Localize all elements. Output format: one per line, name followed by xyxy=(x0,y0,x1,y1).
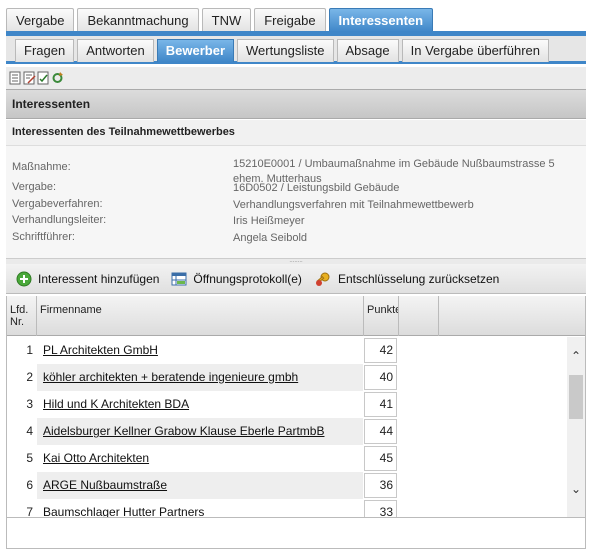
col-header-punkte[interactable]: Punkte xyxy=(364,296,399,336)
row-nr: 6 xyxy=(26,478,33,492)
oeffnungsprotokoll-label: Öffnungsprotokoll(e) xyxy=(193,271,302,286)
punkte-field[interactable]: 40 xyxy=(364,365,397,390)
table-header: Lfd. Nr. Firmenname Punkte xyxy=(7,296,585,336)
add-interessent-label: Interessent hinzufügen xyxy=(38,271,160,286)
firmenname-link[interactable]: ARGE Nußbaumstraße xyxy=(43,478,167,492)
firmenname-link[interactable]: Baumschlager Hutter Partners xyxy=(43,505,204,517)
section-title: Interessenten des Teilnahmewettbewerbes xyxy=(6,120,586,146)
subtab-fragen[interactable]: Fragen xyxy=(15,39,75,62)
punkte-field[interactable]: 44 xyxy=(364,419,397,444)
col-header-empty xyxy=(399,296,439,336)
firmenname-link[interactable]: Aidelsburger Kellner Grabow Klause Eberl… xyxy=(43,424,324,438)
tab-bekanntmachung[interactable]: Bekanntmachung xyxy=(77,8,199,32)
subtab-antworten[interactable]: Antworten xyxy=(77,39,154,62)
scroll-up-icon[interactable]: ⌃ xyxy=(569,349,583,363)
tab-tnw[interactable]: TNW xyxy=(201,8,252,32)
row-nr: 7 xyxy=(26,505,33,517)
subtab-bewerber[interactable]: Bewerber xyxy=(156,39,234,62)
info-panel: Maßnahme: 15210E0001 / Umbaumaßnahme im … xyxy=(6,146,586,258)
col-header-nr[interactable]: Lfd. Nr. xyxy=(7,296,37,336)
sub-tab-strip: Fragen Antworten Bewerber Wertungsliste … xyxy=(6,36,586,64)
table-row: 3 Hild und K Architekten BDA 41 xyxy=(7,391,567,418)
table-row: 7 Baumschlager Hutter Partners 33 xyxy=(7,499,567,517)
document-list-icon[interactable] xyxy=(9,71,22,85)
vergabeverfahren-label: Vergabeverfahren: xyxy=(12,198,103,210)
vergabe-value: 16D0502 / Leistungsbild Gebäude xyxy=(233,182,400,194)
punkte-field[interactable]: 42 xyxy=(364,338,397,363)
main-tabs: Vergabe Bekanntmachung TNW Freigabe Inte… xyxy=(6,8,434,32)
table-row: 2 köhler architekten + beratende ingenie… xyxy=(7,364,567,391)
punkte-field[interactable]: 33 xyxy=(364,500,397,517)
punkte-field[interactable]: 36 xyxy=(364,473,397,498)
firmenname-link[interactable]: köhler architekten + beratende ingenieur… xyxy=(43,370,298,384)
subtab-in-vergabe-ueberfuehren[interactable]: In Vergabe überführen xyxy=(401,39,549,62)
scroll-down-icon[interactable]: ⌄ xyxy=(569,482,583,496)
verhandlungsleiter-label: Verhandlungsleiter: xyxy=(12,214,107,226)
tab-freigabe[interactable]: Freigabe xyxy=(254,8,326,32)
row-nr: 4 xyxy=(26,424,33,438)
document-edit-icon[interactable] xyxy=(23,71,36,85)
document-check-icon[interactable] xyxy=(37,71,50,85)
table-bottom-divider xyxy=(7,517,585,518)
table-body: 1 PL Architekten GmbH 42 2 köhler archit… xyxy=(7,337,567,517)
scroll-thumb[interactable] xyxy=(569,375,583,419)
bewerber-table: Lfd. Nr. Firmenname Punkte 1 PL Architek… xyxy=(6,296,586,549)
page-title: Interessenten xyxy=(6,89,586,119)
row-nr: 2 xyxy=(26,370,33,384)
spreadsheet-icon xyxy=(171,272,187,285)
schriftfuehrer-value: Angela Seibold xyxy=(233,232,308,244)
firmenname-link[interactable]: Hild und K Architekten BDA xyxy=(43,397,189,411)
entschluesselung-reset-button[interactable]: Entschlüsselung zurücksetzen xyxy=(314,271,499,287)
vergabeverfahren-value: Verhandlungsverfahren mit Teilnahmewettb… xyxy=(233,199,474,211)
verhandlungsleiter-value: Iris Heißmeyer xyxy=(233,215,305,227)
row-nr: 5 xyxy=(26,451,33,465)
table-row: 1 PL Architekten GmbH 42 xyxy=(7,337,567,364)
oeffnungsprotokoll-button[interactable]: Öffnungsprotokoll(e) xyxy=(171,271,302,287)
table-row: 5 Kai Otto Architekten 45 xyxy=(7,445,567,472)
punkte-field[interactable]: 45 xyxy=(364,446,397,471)
col-header-firmenname[interactable]: Firmenname xyxy=(37,296,364,336)
firmenname-link[interactable]: PL Architekten GmbH xyxy=(43,343,158,357)
subtab-absage[interactable]: Absage xyxy=(336,39,399,62)
table-row: 6 ARGE Nußbaumstraße 36 xyxy=(7,472,567,499)
firmenname-link[interactable]: Kai Otto Architekten xyxy=(43,451,149,465)
row-nr: 3 xyxy=(26,397,33,411)
refresh-icon[interactable] xyxy=(51,71,64,85)
table-scrollbar[interactable]: ⌃ ⌄ xyxy=(567,337,585,517)
tab-vergabe[interactable]: Vergabe xyxy=(6,8,75,32)
subtab-wertungsliste[interactable]: Wertungsliste xyxy=(237,39,334,62)
punkte-field[interactable]: 41 xyxy=(364,392,397,417)
table-row: 4 Aidelsburger Kellner Grabow Klause Ebe… xyxy=(7,418,567,445)
entschluesselung-reset-label: Entschlüsselung zurücksetzen xyxy=(337,271,500,286)
vergabe-label: Vergabe: xyxy=(12,181,57,193)
massnahme-label: Maßnahme: xyxy=(12,161,71,173)
row-nr: 1 xyxy=(26,343,33,357)
tab-interessenten[interactable]: Interessenten xyxy=(328,8,434,32)
schriftfuehrer-label: Schriftführer: xyxy=(12,231,75,243)
icon-toolbar xyxy=(6,67,586,89)
add-interessent-button[interactable]: Interessent hinzufügen xyxy=(16,271,159,287)
add-icon xyxy=(16,271,32,286)
key-reset-icon xyxy=(315,272,330,286)
action-toolbar: Interessent hinzufügen Öffnungsprotokoll… xyxy=(6,264,586,294)
